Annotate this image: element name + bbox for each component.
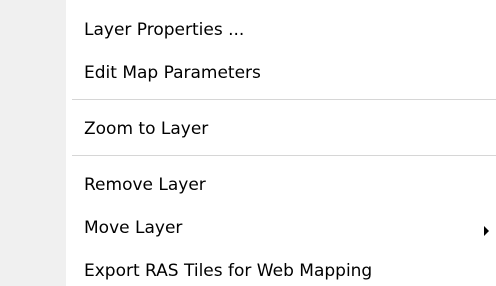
menu-icon-gutter xyxy=(0,0,66,286)
menu-item-label: Layer Properties ... xyxy=(84,20,245,40)
menu-item-layer-properties[interactable]: Layer Properties ... xyxy=(84,15,484,45)
menu-item-label: Export RAS Tiles for Web Mapping xyxy=(84,261,373,281)
chevron-right-icon xyxy=(484,226,489,236)
menu-item-edit-map-parameters[interactable]: Edit Map Parameters xyxy=(84,58,484,88)
context-menu: Layer Properties ... Edit Map Parameters… xyxy=(0,0,496,286)
menu-item-zoom-to-layer[interactable]: Zoom to Layer xyxy=(84,114,484,144)
menu-item-remove-layer[interactable]: Remove Layer xyxy=(84,170,484,200)
menu-item-label: Move Layer xyxy=(84,218,183,238)
menu-item-label: Remove Layer xyxy=(84,175,206,195)
menu-item-move-layer[interactable]: Move Layer xyxy=(84,213,484,243)
menu-item-label: Edit Map Parameters xyxy=(84,63,261,83)
menu-item-label: Zoom to Layer xyxy=(84,119,209,139)
menu-separator xyxy=(72,99,496,100)
menu-item-export-ras-tiles[interactable]: Export RAS Tiles for Web Mapping xyxy=(84,256,484,286)
menu-separator xyxy=(72,155,496,156)
